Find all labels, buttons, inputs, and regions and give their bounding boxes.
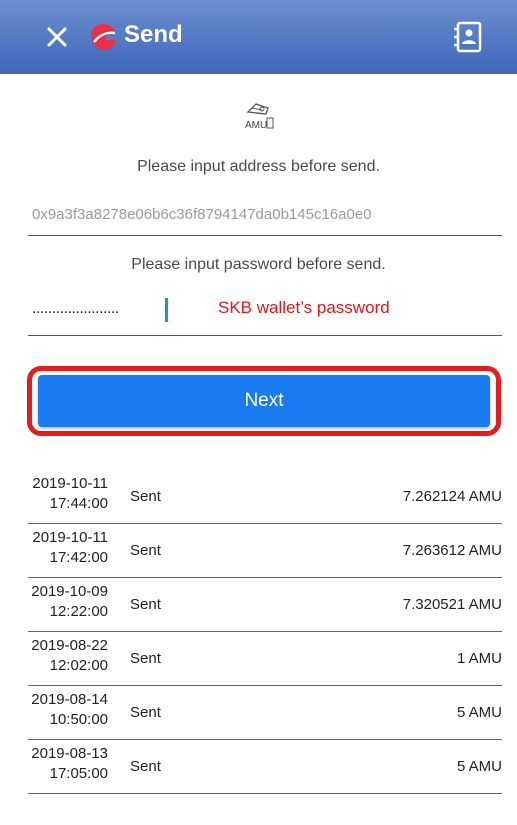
coin-label: AMU [245, 120, 267, 130]
transaction-date: 2019-08-22 [31, 637, 108, 654]
next-button[interactable]: Next [38, 375, 490, 427]
transaction-row[interactable]: 2019-08-13 17:05:00 Sent 5 AMU [28, 740, 502, 794]
transaction-datetime: 2019-08-22 12:02:00 [28, 636, 108, 676]
transaction-datetime: 2019-10-09 12:22:00 [28, 582, 108, 622]
transaction-time: 17:42:00 [49, 549, 108, 566]
transaction-row[interactable]: 2019-08-22 12:02:00 Sent 1 AMU [28, 632, 502, 686]
password-field[interactable]: ...................... SKB wallet’s pass… [28, 288, 502, 336]
app-bar: Send [0, 0, 517, 74]
transaction-time: 12:02:00 [49, 657, 108, 674]
text-caret [165, 298, 168, 322]
transaction-row[interactable]: 2019-10-11 17:44:00 Sent 7.262124 AMU [28, 470, 502, 524]
transaction-time: 17:44:00 [49, 495, 108, 512]
address-input[interactable] [28, 194, 502, 234]
transaction-amount: 5 AMU [456, 758, 502, 775]
transaction-date: 2019-08-14 [31, 691, 108, 708]
password-annotation: SKB wallet’s password [218, 298, 390, 317]
password-masked-value[interactable]: ...................... [32, 300, 119, 318]
address-field[interactable] [28, 194, 502, 236]
transaction-row[interactable]: 2019-10-09 12:22:00 Sent 7.320521 AMU [28, 578, 502, 632]
address-prompt: Please input address before send. [137, 158, 380, 175]
transaction-amount: 7.320521 AMU [402, 596, 502, 613]
transaction-status: Sent [130, 650, 161, 667]
transaction-datetime: 2019-10-11 17:44:00 [28, 474, 108, 514]
transaction-amount: 1 AMU [456, 650, 502, 667]
transaction-datetime: 2019-10-11 17:42:00 [28, 528, 108, 568]
transaction-time: 17:05:00 [49, 765, 108, 782]
transaction-datetime: 2019-08-14 10:50:00 [28, 690, 108, 730]
transaction-date: 2019-10-11 [32, 475, 108, 492]
page-title: Send [124, 21, 183, 48]
wallet-logo-icon [86, 20, 120, 54]
transaction-time: 12:22:00 [49, 603, 108, 620]
amu-coin-icon: AMU [242, 100, 274, 131]
transaction-date: 2019-10-11 [32, 529, 108, 546]
transaction-status: Sent [130, 488, 161, 505]
transaction-status: Sent [130, 542, 161, 559]
transaction-amount: 7.262124 AMU [402, 488, 502, 505]
transaction-list: 2019-10-11 17:44:00 Sent 7.262124 AMU 2019-1… [28, 470, 502, 794]
transaction-date: 2019-08-13 [31, 745, 108, 762]
transaction-row[interactable]: 2019-08-14 10:50:00 Sent 5 AMU [28, 686, 502, 740]
transaction-status: Sent [130, 596, 161, 613]
transaction-date: 2019-10-09 [31, 583, 108, 600]
next-button-highlight: Next [27, 366, 501, 436]
transaction-time: 10:50:00 [49, 711, 108, 728]
transaction-datetime: 2019-08-13 17:05:00 [28, 744, 108, 784]
transaction-status: Sent [130, 704, 161, 721]
transaction-amount: 7.263612 AMU [402, 542, 502, 559]
password-prompt: Please input password before send. [131, 256, 386, 273]
transaction-status: Sent [130, 758, 161, 775]
transaction-row[interactable]: 2019-10-11 17:42:00 Sent 7.263612 AMU [28, 524, 502, 578]
contacts-icon[interactable] [451, 20, 485, 54]
close-icon[interactable] [40, 18, 74, 56]
transaction-amount: 5 AMU [456, 704, 502, 721]
